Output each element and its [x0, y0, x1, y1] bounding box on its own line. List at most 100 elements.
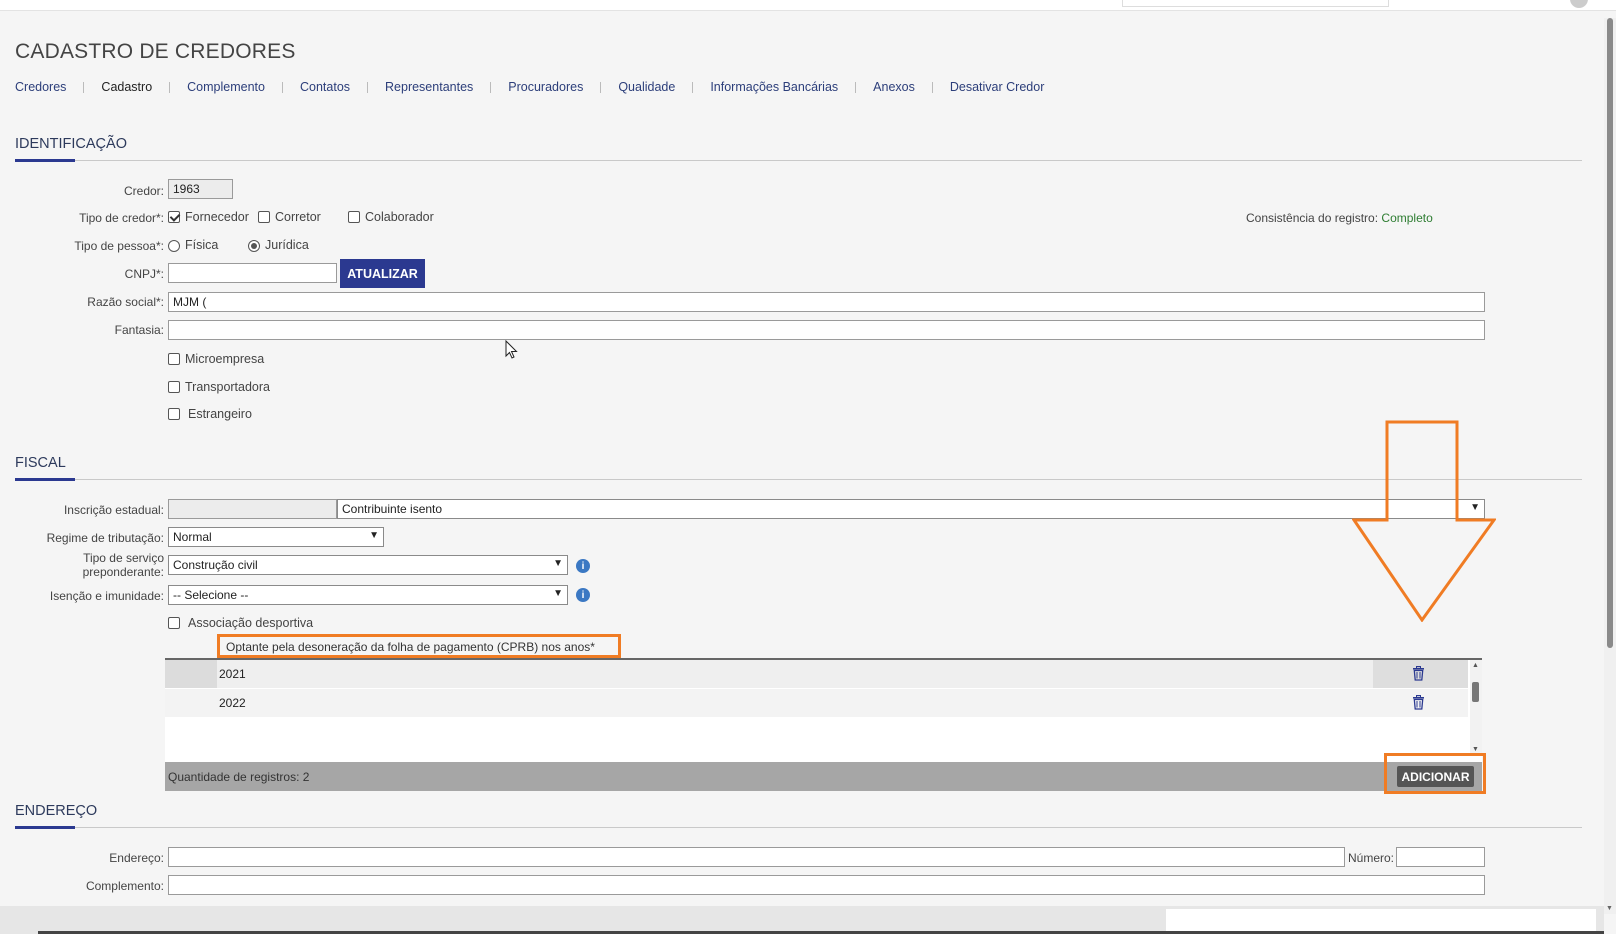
- arrow-down-annotation-icon: [1352, 420, 1496, 622]
- transportadora-label: Transportadora: [185, 380, 270, 394]
- row-selector[interactable]: [165, 660, 217, 688]
- corretor-checkbox[interactable]: [258, 211, 270, 223]
- section-underline: [15, 159, 75, 162]
- trash-icon[interactable]: [1412, 695, 1425, 710]
- tab-representantes[interactable]: Representantes: [385, 80, 473, 94]
- inscricao-estadual-label: Inscrição estadual:: [63, 503, 164, 517]
- tipo-servico-select-value: Construção civil: [173, 558, 258, 572]
- associacao-desportiva-label: Associação desportiva: [188, 616, 314, 630]
- cnpj-label: CNPJ*:: [124, 267, 164, 281]
- fornecedor-checkbox[interactable]: [168, 211, 180, 223]
- transportadora-checkbox[interactable]: [168, 381, 180, 393]
- tab-separator: [490, 81, 492, 93]
- tab-separator: [169, 81, 171, 93]
- grid-scrollbar-thumb[interactable]: [1472, 682, 1479, 702]
- isencao-imunidade-select-value: -- Selecione --: [173, 588, 249, 602]
- fantasia-input[interactable]: [168, 320, 1485, 340]
- section-underline: [15, 826, 75, 829]
- consistencia-registro: Consistência do registro: Completo: [1246, 211, 1433, 225]
- grid-scrollbar[interactable]: ▲ ▼: [1470, 660, 1482, 756]
- adicionar-highlight: [1384, 753, 1486, 794]
- info-icon[interactable]: i: [576, 559, 590, 573]
- colaborador-label: Colaborador: [365, 210, 434, 224]
- year-cell: 2022: [219, 696, 246, 710]
- tipo-servico-select[interactable]: Construção civil ▼: [168, 555, 568, 575]
- cprb-label: Optante pela desoneração da folha de pag…: [226, 640, 595, 654]
- row-selector[interactable]: [165, 689, 217, 717]
- regime-tributacao-select-value: Normal: [173, 530, 212, 544]
- page-scrollbar-thumb[interactable]: [1607, 18, 1613, 648]
- tab-bar: Credores Cadastro Complemento Contatos R…: [15, 80, 1044, 94]
- atualizar-button[interactable]: ATUALIZAR: [340, 259, 425, 288]
- regime-tributacao-select[interactable]: Normal ▼: [168, 527, 384, 547]
- top-bar: [0, 0, 1616, 11]
- chevron-down-icon: ▼: [553, 558, 563, 569]
- year-cell: 2021: [219, 667, 246, 681]
- tab-contatos[interactable]: Contatos: [300, 80, 350, 94]
- juridica-label: Jurídica: [265, 238, 309, 252]
- section-underline: [15, 478, 75, 481]
- consistencia-value: Completo: [1381, 211, 1433, 225]
- section-title-endereco: ENDEREÇO: [15, 803, 98, 819]
- tab-informacoes-bancarias[interactable]: Informações Bancárias: [710, 80, 838, 94]
- page-title: CADASTRO DE CREDORES: [15, 40, 296, 63]
- complemento-label: Complemento:: [85, 879, 164, 893]
- corretor-label: Corretor: [275, 210, 321, 224]
- numero-input[interactable]: [1396, 847, 1485, 867]
- tab-anexos[interactable]: Anexos: [873, 80, 915, 94]
- tab-qualidade[interactable]: Qualidade: [618, 80, 675, 94]
- section-divider: [15, 827, 1582, 828]
- tipo-servico-label-line1: Tipo de serviço: [83, 551, 164, 565]
- isencao-imunidade-label: Isenção e imunidade:: [49, 589, 164, 603]
- endereco-label: Endereço:: [109, 851, 164, 865]
- numero-label: Número:: [1347, 851, 1394, 865]
- fisica-radio[interactable]: [168, 240, 180, 252]
- section-title-identificacao: IDENTIFICAÇÃO: [15, 136, 127, 152]
- associacao-desportiva-checkbox[interactable]: [168, 617, 180, 629]
- inscricao-estadual-input[interactable]: [168, 499, 337, 519]
- inscricao-estadual-select[interactable]: Contribuinte isento ▼: [337, 499, 1485, 519]
- tab-desativar-credor[interactable]: Desativar Credor: [950, 80, 1044, 94]
- page-scrollbar[interactable]: ▼: [1604, 18, 1616, 914]
- table-row[interactable]: 2022: [165, 689, 1468, 717]
- tab-complemento[interactable]: Complemento: [187, 80, 265, 94]
- tipo-servico-label-line2: preponderante:: [82, 565, 164, 579]
- tipo-credor-label: Tipo de credor*:: [79, 211, 164, 225]
- info-icon[interactable]: i: [576, 588, 590, 602]
- cnpj-input[interactable]: [168, 263, 337, 283]
- search-box[interactable]: [1122, 0, 1389, 7]
- mouse-cursor-icon: [505, 340, 518, 359]
- bottom-panel: [1166, 909, 1596, 931]
- scroll-down-icon[interactable]: ▼: [1472, 746, 1479, 753]
- trash-icon[interactable]: [1412, 666, 1425, 681]
- tab-procuradores[interactable]: Procuradores: [508, 80, 583, 94]
- table-row[interactable]: 2021: [165, 660, 1468, 688]
- avatar[interactable]: [1570, 0, 1588, 8]
- section-divider: [15, 160, 1582, 161]
- records-count: Quantidade de registros: 2: [168, 770, 310, 784]
- colaborador-checkbox[interactable]: [348, 211, 360, 223]
- section-title-fiscal: FISCAL: [15, 455, 66, 471]
- tab-credores[interactable]: Credores: [15, 80, 66, 94]
- chevron-down-icon: ▼: [369, 530, 379, 541]
- credor-field: 1963: [168, 179, 233, 199]
- endereco-input[interactable]: [168, 847, 1345, 867]
- microempresa-label: Microempresa: [185, 352, 265, 366]
- isencao-imunidade-select[interactable]: -- Selecione -- ▼: [168, 585, 568, 605]
- credor-label: Credor:: [123, 184, 164, 198]
- tab-cadastro[interactable]: Cadastro: [101, 80, 152, 94]
- section-divider: [15, 479, 1582, 480]
- estrangeiro-checkbox[interactable]: [168, 408, 180, 420]
- tab-separator: [83, 81, 85, 93]
- scroll-down-icon[interactable]: ▼: [1606, 905, 1613, 912]
- complemento-input[interactable]: [168, 875, 1485, 895]
- bottom-bar: [0, 906, 1604, 934]
- fantasia-label: Fantasia:: [114, 323, 164, 337]
- microempresa-checkbox[interactable]: [168, 353, 180, 365]
- razao-social-input[interactable]: MJM (: [168, 292, 1485, 312]
- scroll-up-icon[interactable]: ▲: [1472, 662, 1479, 669]
- estrangeiro-label: Estrangeiro: [188, 407, 252, 421]
- consistencia-label: Consistência do registro:: [1246, 211, 1379, 225]
- razao-social-label: Razão social*:: [87, 295, 164, 309]
- juridica-radio[interactable]: [248, 240, 260, 252]
